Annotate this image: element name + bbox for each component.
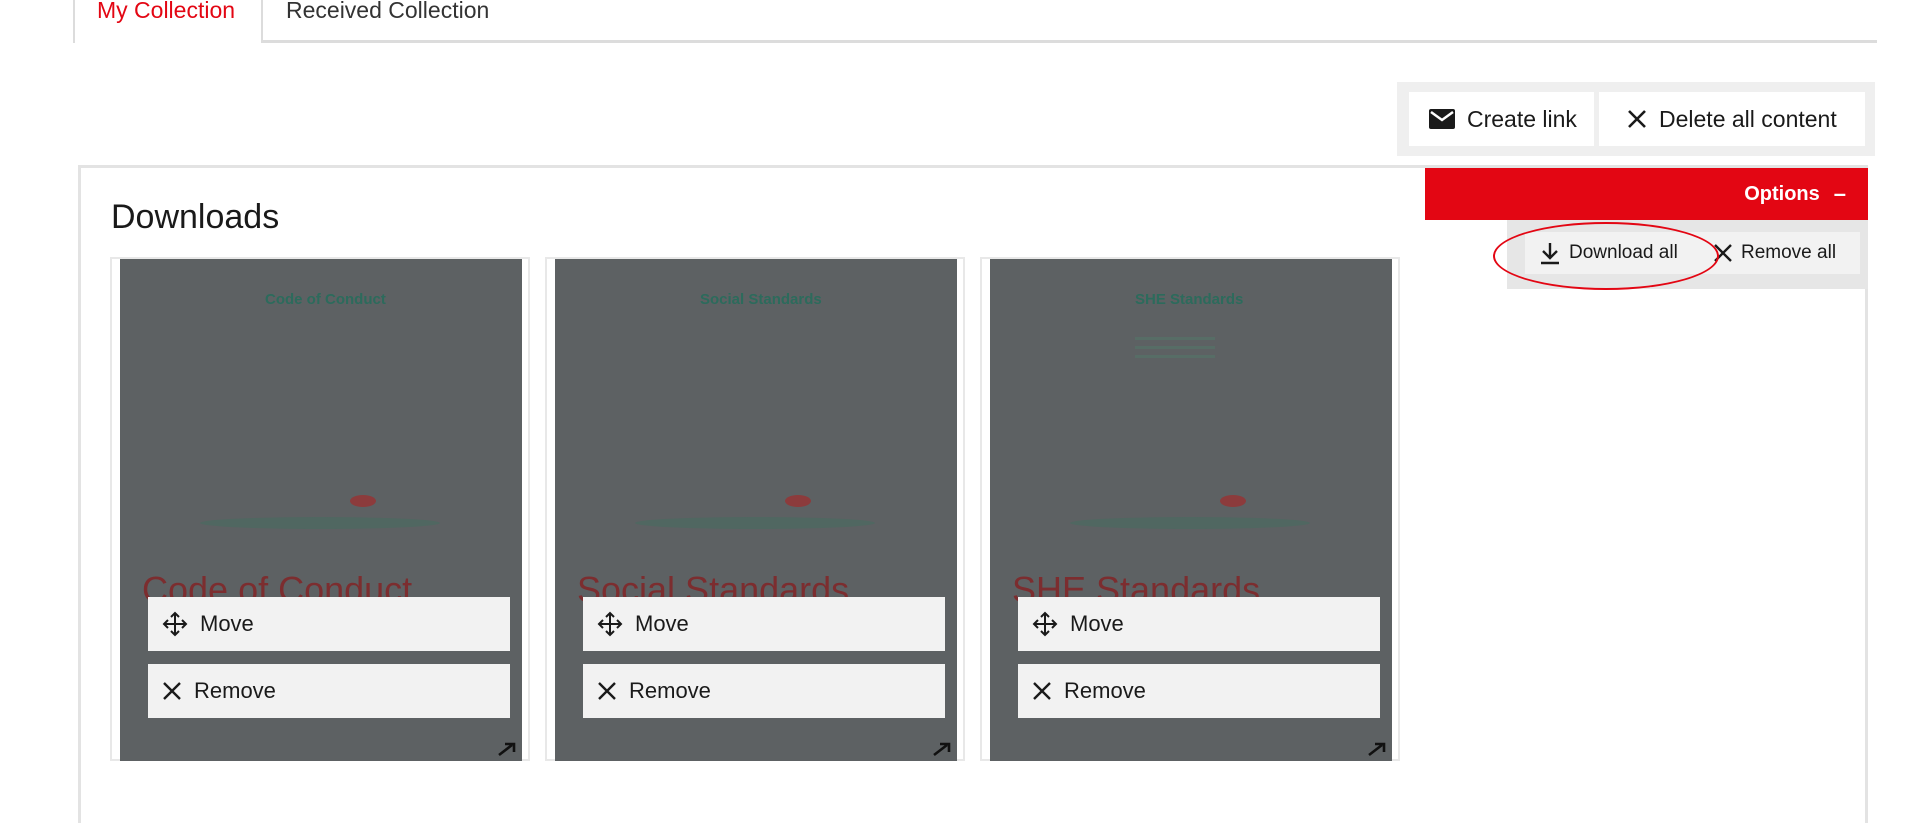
document-card[interactable]: SHE Standards SHE Standards Move Remove [980, 257, 1400, 761]
delete-all-label: Delete all content [1659, 105, 1837, 132]
brand-logo [350, 495, 376, 507]
cover-shadow [200, 517, 440, 529]
delete-all-content-button[interactable]: Delete all content [1599, 92, 1865, 146]
options-toggle[interactable]: Options – [1425, 168, 1868, 220]
cover-title: Social Standards [700, 291, 822, 308]
download-icon [1539, 241, 1561, 265]
remove-label: Remove [194, 678, 276, 703]
remove-button[interactable]: Remove [1018, 664, 1380, 718]
expand-arrow-icon[interactable] [1366, 741, 1388, 757]
cover-title: SHE Standards [1135, 291, 1244, 308]
move-label: Move [200, 611, 254, 636]
tab-my-collection[interactable]: My Collection [73, 0, 263, 43]
document-thumbnail: Social Standards Social Standards Move R… [555, 259, 957, 761]
options-label: Options [1744, 182, 1820, 205]
document-thumbnail: Code of Conduct Code of Conduct Move Rem… [120, 259, 522, 761]
panel-title: Downloads [111, 198, 280, 236]
expand-arrow-icon[interactable] [931, 741, 953, 757]
remove-label: Remove [629, 678, 711, 703]
document-card[interactable]: Social Standards Social Standards Move R… [545, 257, 965, 761]
cover-shadow [1070, 517, 1310, 529]
move-button[interactable]: Move [148, 597, 510, 651]
close-icon [1627, 109, 1647, 129]
move-icon [1032, 611, 1058, 637]
cover-subtext [1135, 337, 1215, 364]
remove-button[interactable]: Remove [583, 664, 945, 718]
move-button[interactable]: Move [1018, 597, 1380, 651]
envelope-icon [1429, 109, 1455, 129]
minus-icon: – [1833, 181, 1846, 206]
move-label: Move [1070, 611, 1124, 636]
create-link-button[interactable]: Create link [1409, 92, 1594, 146]
options-menu: Download all Remove all [1507, 220, 1868, 289]
move-button[interactable]: Move [583, 597, 945, 651]
document-thumbnail: SHE Standards SHE Standards Move Remove [990, 259, 1392, 761]
cover-title: Code of Conduct [265, 291, 386, 308]
document-card[interactable]: Code of Conduct Code of Conduct Move Rem… [110, 257, 530, 761]
download-all-label: Download all [1569, 242, 1678, 263]
remove-all-label: Remove all [1741, 242, 1837, 263]
collection-toolbar: Create link Delete all content [1397, 82, 1875, 156]
move-label: Move [635, 611, 689, 636]
move-icon [597, 611, 623, 637]
close-icon [597, 681, 617, 701]
tab-label: Received Collection [286, 0, 490, 23]
create-link-label: Create link [1467, 105, 1577, 132]
tab-received-collection[interactable]: Received Collection [264, 0, 524, 43]
move-icon [162, 611, 188, 637]
close-icon [1032, 681, 1052, 701]
close-icon [1713, 243, 1733, 263]
expand-arrow-icon[interactable] [496, 741, 518, 757]
brand-logo [785, 495, 811, 507]
download-all-button[interactable]: Download all [1525, 232, 1715, 274]
close-icon [162, 681, 182, 701]
remove-button[interactable]: Remove [148, 664, 510, 718]
tab-label: My Collection [97, 0, 236, 23]
remove-all-button[interactable]: Remove all [1707, 232, 1860, 274]
brand-logo [1220, 495, 1246, 507]
remove-label: Remove [1064, 678, 1146, 703]
cover-shadow [635, 517, 875, 529]
